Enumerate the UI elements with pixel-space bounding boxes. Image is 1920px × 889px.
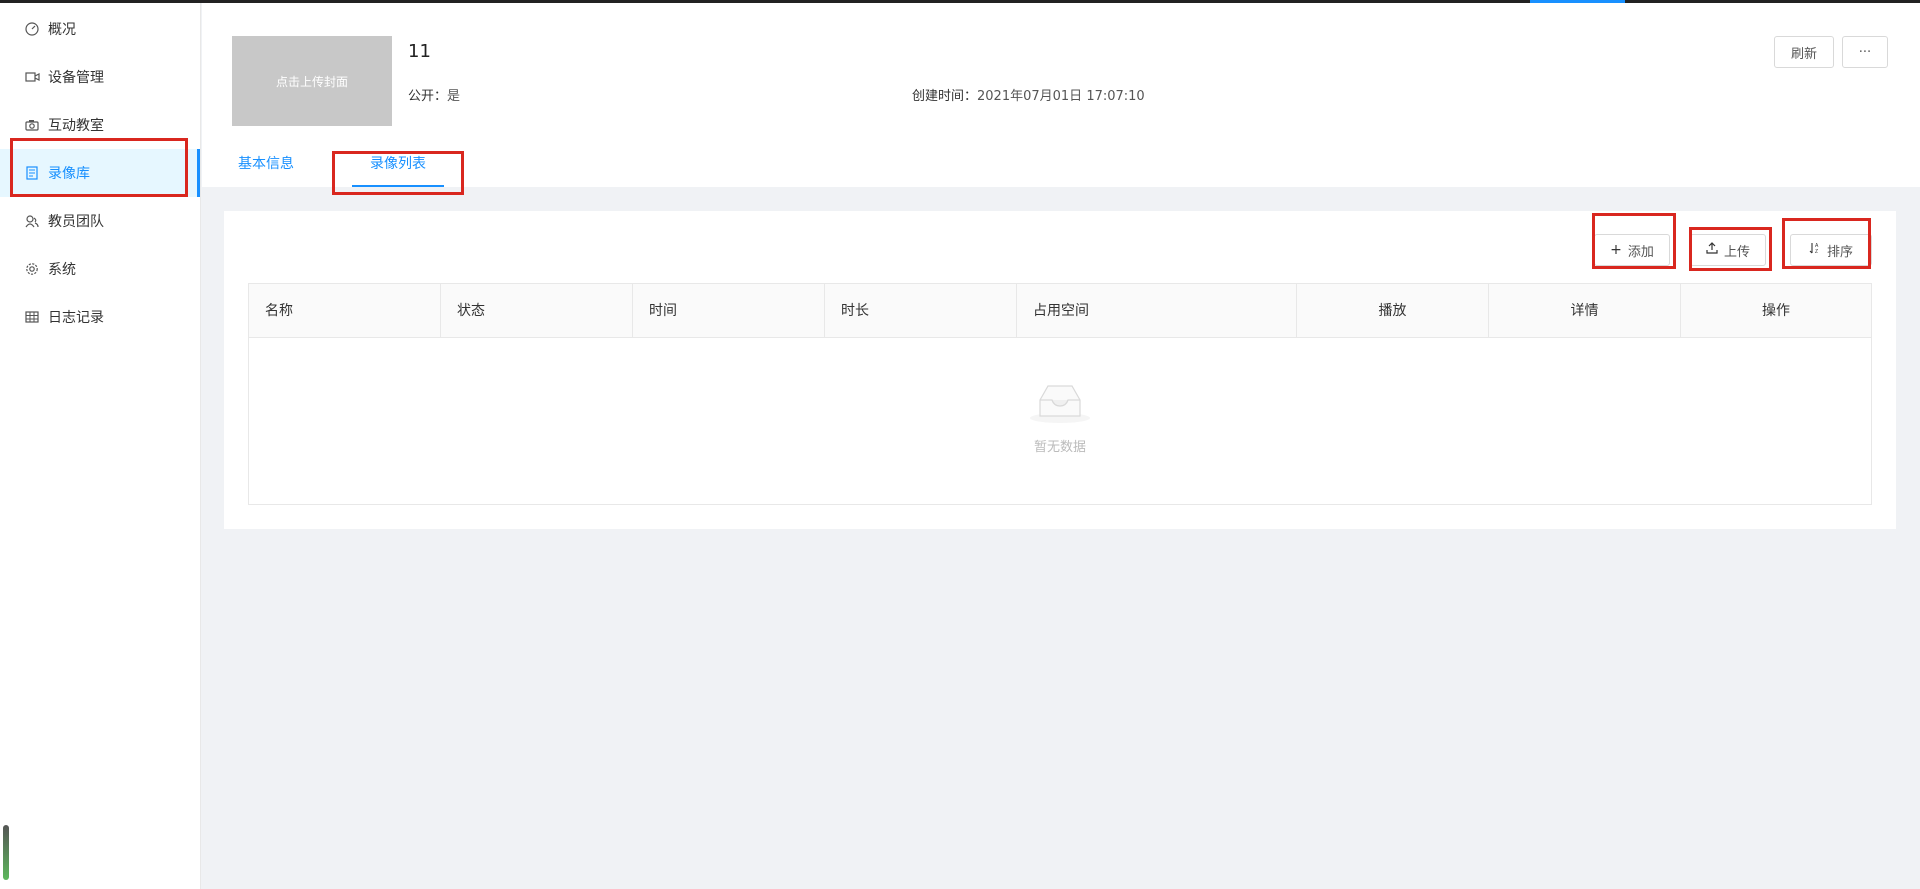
sidebar-item-label: 设备管理 bbox=[48, 70, 104, 86]
sidebar-item-team[interactable]: 教员团队 bbox=[0, 197, 200, 245]
upload-icon bbox=[1706, 242, 1718, 258]
column-header-name: 名称 bbox=[249, 284, 441, 338]
more-button[interactable]: ··· bbox=[1842, 36, 1888, 68]
page-title: 11 bbox=[408, 41, 431, 62]
empty-text: 暂无数据 bbox=[1033, 440, 1086, 455]
tab-bar: 基本信息 录像列表 bbox=[232, 153, 472, 187]
column-header-time: 时间 bbox=[633, 284, 825, 338]
column-header-play: 播放 bbox=[1297, 284, 1489, 338]
sort-icon: AZ bbox=[1809, 242, 1821, 258]
camera-icon bbox=[24, 117, 40, 133]
tab-basic-info[interactable]: 基本信息 bbox=[232, 153, 300, 187]
column-header-duration: 时长 bbox=[825, 284, 1017, 338]
sidebar-item-label: 系统 bbox=[48, 262, 76, 278]
sidebar: 概况 设备管理 互动教室 录像库 教员团队 系统 日志记录 bbox=[0, 3, 201, 889]
sidebar-item-overview[interactable]: 概况 bbox=[0, 5, 200, 53]
sidebar-item-devices[interactable]: 设备管理 bbox=[0, 53, 200, 101]
sidebar-item-label: 互动教室 bbox=[48, 118, 104, 134]
created-label: 创建时间： bbox=[912, 89, 978, 104]
sidebar-item-recordings[interactable]: 录像库 bbox=[0, 149, 200, 197]
plus-icon: + bbox=[1610, 242, 1622, 258]
sidebar-item-logs[interactable]: 日志记录 bbox=[0, 293, 200, 341]
empty-inbox-icon bbox=[1028, 385, 1092, 428]
sidebar-item-label: 录像库 bbox=[48, 166, 90, 182]
cover-upload[interactable]: 点击上传封面 bbox=[232, 36, 392, 126]
scrollbar-thumb[interactable] bbox=[3, 825, 9, 880]
table-header: 名称 状态 时间 时长 占用空间 播放 详情 操作 bbox=[249, 284, 1871, 338]
gear-icon bbox=[24, 261, 40, 277]
tab-recording-list[interactable]: 录像列表 bbox=[352, 153, 444, 187]
sidebar-item-label: 日志记录 bbox=[48, 310, 104, 326]
sidebar-item-system[interactable]: 系统 bbox=[0, 245, 200, 293]
empty-state bbox=[249, 380, 1871, 428]
created-info: 创建时间：2021年07月01日 17:07:10 bbox=[912, 85, 1145, 104]
sidebar-item-label: 教员团队 bbox=[48, 214, 104, 230]
upload-button[interactable]: 上传 bbox=[1690, 234, 1766, 266]
book-icon bbox=[24, 165, 40, 181]
public-info: 公开：是 bbox=[408, 85, 460, 104]
table-icon bbox=[24, 309, 40, 325]
sort-button[interactable]: AZ 排序 bbox=[1790, 234, 1872, 266]
refresh-button[interactable]: 刷新 bbox=[1774, 36, 1834, 68]
column-header-space: 占用空间 bbox=[1017, 284, 1297, 338]
recordings-table: 名称 状态 时间 时长 占用空间 播放 详情 操作 暂无数据 bbox=[248, 283, 1872, 505]
add-label: 添加 bbox=[1627, 244, 1654, 260]
public-label: 公开： bbox=[408, 89, 448, 104]
video-device-icon bbox=[24, 69, 40, 85]
created-value: 2021年07月01日 17:07:10 bbox=[977, 89, 1145, 104]
upload-label: 上传 bbox=[1723, 244, 1750, 260]
column-header-details: 详情 bbox=[1489, 284, 1681, 338]
sidebar-item-classroom[interactable]: 互动教室 bbox=[0, 101, 200, 149]
sort-label: 排序 bbox=[1826, 244, 1853, 260]
column-header-status: 状态 bbox=[441, 284, 633, 338]
team-icon bbox=[24, 213, 40, 229]
sidebar-item-label: 概况 bbox=[48, 22, 76, 38]
column-header-actions: 操作 bbox=[1762, 303, 1790, 319]
detail-header: 点击上传封面 11 公开：是 创建时间：2021年07月01日 17:07:10… bbox=[202, 3, 1920, 187]
recording-list-card: + 添加 上传 AZ 排序 名称 状态 时间 时长 占用空间 播放 详情 操作 bbox=[224, 211, 1896, 529]
dashboard-icon bbox=[24, 21, 40, 37]
svg-text:Z: Z bbox=[1815, 249, 1818, 254]
public-value: 是 bbox=[447, 89, 461, 104]
add-button[interactable]: + 添加 bbox=[1594, 234, 1670, 266]
